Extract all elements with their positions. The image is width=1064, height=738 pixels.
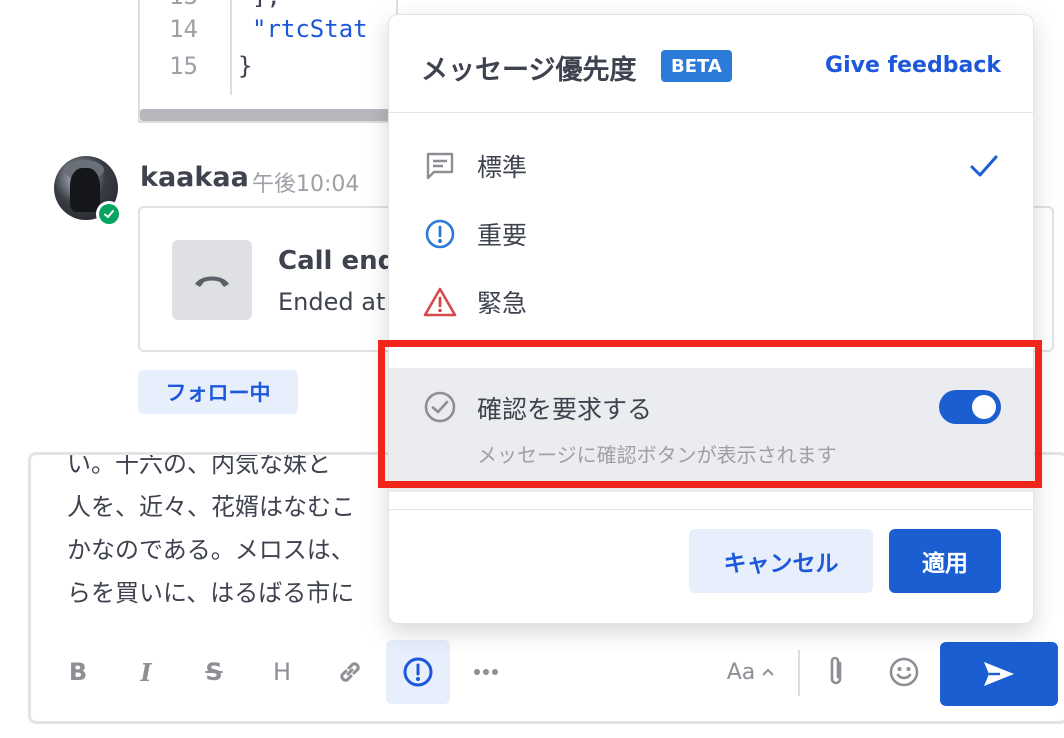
priority-option-label: 緊急 <box>477 289 528 318</box>
give-feedback-link[interactable]: Give feedback <box>825 53 1001 78</box>
message-icon <box>423 149 457 183</box>
heading-button[interactable]: H <box>250 640 314 704</box>
phone-hangup-icon <box>172 240 252 320</box>
editor-line: い。十六の、内気な妹と <box>67 452 331 478</box>
toolbar-divider <box>798 650 800 696</box>
priority-option-label: 重要 <box>477 221 528 250</box>
alert-circle-icon <box>423 217 457 251</box>
call-subtitle: Ended at <box>278 288 386 316</box>
app-stage: 13 ], 14 "rtcStat 15 } kaakaa 午後10:04 Ca… <box>0 0 1064 738</box>
apply-button[interactable]: 適用 <box>889 529 1001 593</box>
send-icon <box>984 662 1014 686</box>
post-username[interactable]: kaakaa <box>140 162 249 193</box>
cancel-button[interactable]: キャンセル <box>689 529 873 593</box>
code-text: } <box>238 52 253 80</box>
line-number: 13 <box>140 0 212 10</box>
check-icon <box>99 204 119 224</box>
send-button[interactable] <box>940 642 1058 706</box>
emoji-button[interactable] <box>872 640 936 704</box>
alert-triangle-icon <box>423 285 457 319</box>
post-timestamp[interactable]: 午後10:04 <box>252 166 359 198</box>
alert-circle-icon <box>403 657 433 687</box>
bold-button[interactable]: B <box>46 640 110 704</box>
formatting-toolbar: B I S H Aa <box>28 636 1064 706</box>
more-icon[interactable] <box>454 640 518 704</box>
link-button[interactable] <box>318 640 382 704</box>
paperclip-icon <box>830 656 842 685</box>
message-priority-popover: メッセージ優先度 BETA Give feedback 標準 重要 緊急 確認を… <box>388 14 1034 624</box>
annotation-highlight <box>378 340 1042 488</box>
priority-option-label: 標準 <box>477 153 528 182</box>
priority-option-important[interactable]: 重要 <box>389 201 1033 267</box>
editor-line: かなのである。メロスは、 <box>67 536 355 564</box>
editor-line: らを買いに、はるばる市に <box>67 579 355 607</box>
italic-button[interactable]: I <box>114 640 178 704</box>
code-line: 14 "rtcStat <box>140 11 368 47</box>
font-size-button[interactable]: Aa <box>708 640 794 704</box>
check-icon <box>967 149 1001 183</box>
link-icon <box>340 662 360 682</box>
popover-header: メッセージ優先度 BETA Give feedback <box>389 15 1033 113</box>
attachment-button[interactable] <box>804 640 868 704</box>
follow-button[interactable]: フォロー中 <box>138 370 298 414</box>
online-status-badge <box>96 201 122 227</box>
code-block: 13 ], 14 "rtcStat 15 } <box>138 0 398 123</box>
code-line: 15 } <box>140 48 252 84</box>
line-number: 14 <box>169 15 198 43</box>
editor-line: 人を、近々、花婿はなむこ <box>67 493 355 521</box>
font-size-label: Aa <box>726 659 756 685</box>
call-title: Call end <box>278 246 397 276</box>
code-text: ], <box>212 0 281 10</box>
emoji-icon <box>889 657 919 687</box>
priority-option-urgent[interactable]: 緊急 <box>389 269 1033 335</box>
popover-title: メッセージ優先度 <box>421 55 637 86</box>
code-scrollbar[interactable] <box>140 109 396 121</box>
editor-text[interactable]: い。十六の、内気な妹と 人を、近々、花婿はなむこ かなのである。メロスは、 らを… <box>67 452 427 615</box>
beta-badge: BETA <box>661 50 732 82</box>
chevron-up-icon <box>762 668 774 676</box>
code-text: "rtcStat <box>252 15 368 43</box>
priority-option-standard[interactable]: 標準 <box>389 133 1033 199</box>
strikethrough-button[interactable]: S <box>182 640 246 704</box>
divider <box>389 509 1033 510</box>
priority-button[interactable] <box>386 640 450 704</box>
line-number: 15 <box>169 52 198 80</box>
